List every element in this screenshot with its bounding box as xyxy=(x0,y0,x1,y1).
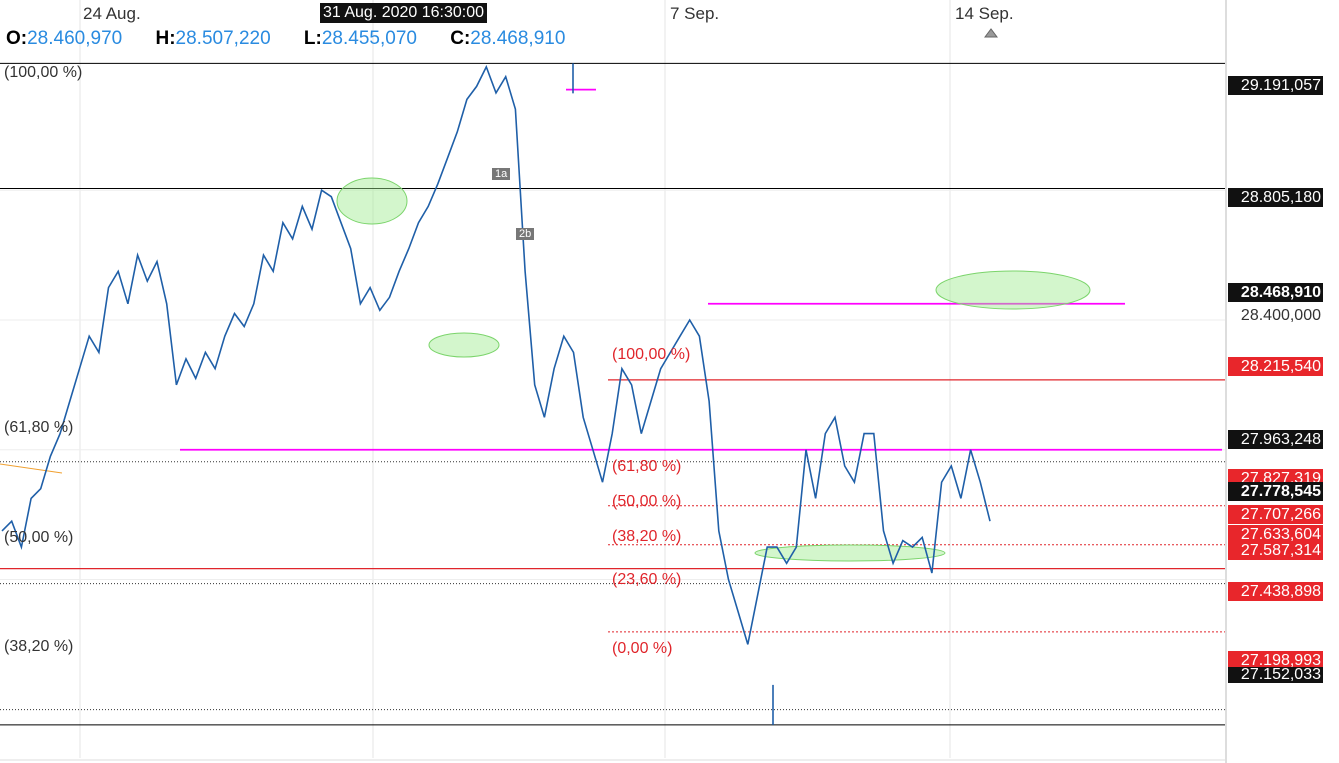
close-value: 28.468,910 xyxy=(470,28,566,49)
wave-badge-2b: 2b xyxy=(516,228,535,240)
fib-left-38-2: (38,20 %) xyxy=(4,638,74,655)
date-label-7-sep: 7 Sep. xyxy=(670,4,720,23)
scroll-marker-icon xyxy=(984,28,998,38)
price-tag-28400: 28.400,000 xyxy=(1240,307,1321,324)
open-label: O: xyxy=(6,28,28,49)
price-tag-current: 28.468,910 xyxy=(1228,283,1323,302)
ohlc-readout: O:28.460,970 H:28.507,220 L:28.455,070 C… xyxy=(6,28,593,50)
close-label: C: xyxy=(450,28,471,49)
fib-right-38-2: (38,20 %) xyxy=(612,528,682,545)
fib-right-0: (0,00 %) xyxy=(612,640,673,657)
fib-left-100: (100,00 %) xyxy=(4,64,83,81)
price-tag-28805: 28.805,180 xyxy=(1228,188,1323,207)
highlight-ellipse-0 xyxy=(336,177,408,225)
fib-right-100: (100,00 %) xyxy=(612,346,691,363)
highlight-ellipse-2 xyxy=(935,270,1091,310)
price-tag-28215: 28.215,540 xyxy=(1228,357,1323,376)
high-value: 28.507,220 xyxy=(175,28,271,49)
price-tag-27587: 27.587,314 xyxy=(1228,541,1323,560)
price-tag-27963: 27.963,248 xyxy=(1228,430,1323,449)
low-value: 28.455,070 xyxy=(321,28,417,49)
price-tag-27438: 27.438,898 xyxy=(1228,582,1323,601)
chart-area[interactable]: 24 Aug. 31 Aug. 2020 16:30:00 7 Sep. 14 … xyxy=(0,0,1339,763)
price-tag-27707: 27.707,266 xyxy=(1228,505,1323,524)
low-label: L: xyxy=(303,28,322,49)
fib-right-61-8: (61,80 %) xyxy=(612,458,682,475)
price-tag-27152: 27.152,033 xyxy=(1228,667,1323,683)
open-value: 28.460,970 xyxy=(27,28,123,49)
fib-right-50: (50,00 %) xyxy=(612,493,682,510)
high-label: H: xyxy=(155,28,176,49)
orange-trend-line xyxy=(0,463,63,474)
wave-badge-1a: 1a xyxy=(492,168,511,180)
date-label-24-aug: 24 Aug. xyxy=(83,4,141,23)
price-tag-29191: 29.191,057 xyxy=(1228,76,1323,95)
highlight-ellipse-1 xyxy=(428,332,500,358)
fib-left-61-8: (61,80 %) xyxy=(4,419,74,436)
fib-left-50: (50,00 %) xyxy=(4,529,74,546)
date-label-14-sep: 14 Sep. xyxy=(955,4,1014,23)
price-tag-27778: 27.778,545 xyxy=(1228,482,1323,501)
fib-right-23-6: (23,60 %) xyxy=(612,571,682,588)
price-axis-panel xyxy=(1225,0,1339,763)
cursor-datetime: 31 Aug. 2020 16:30:00 xyxy=(320,3,488,23)
